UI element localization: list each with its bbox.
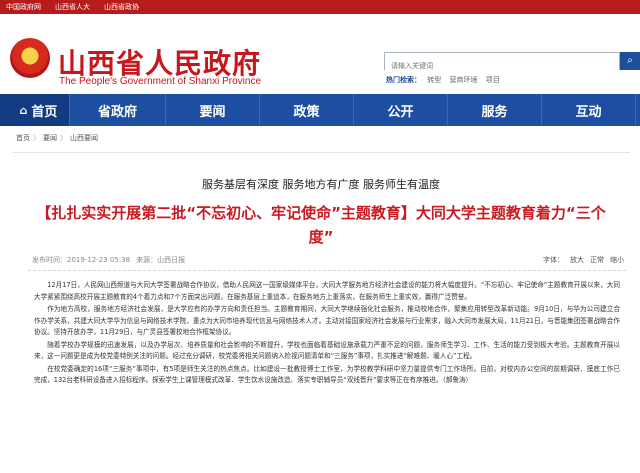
article-source: 来源：山西日报 — [136, 256, 186, 264]
breadcrumb-news[interactable]: 要闻 — [43, 134, 57, 142]
breadcrumb-home[interactable]: 首页 — [16, 134, 30, 142]
breadcrumb-separator: 〉 — [33, 134, 40, 142]
nav-item-government[interactable]: 省政府 — [70, 94, 166, 126]
topbar-link-gov-cn[interactable]: 中国政府网 — [6, 2, 41, 12]
breadcrumb-separator: 〉 — [60, 134, 67, 142]
article-subtitle: 服务基层有深度 服务地方有广度 服务师生有温度 — [202, 178, 440, 191]
search-button[interactable]: ⌕ — [620, 52, 640, 70]
article-title: 【扎扎实实开展第二批“不忘初心、牢记使命”主题教育】大同大学主题教育着力“三个度… — [36, 204, 606, 246]
nav-item-news[interactable]: 要闻 — [166, 94, 260, 126]
font-shrink-button[interactable]: 缩小 — [610, 256, 624, 264]
nav-item-open[interactable]: 公开 — [354, 94, 448, 126]
site-name-english: The People's Government of Shanxi Provin… — [59, 76, 262, 87]
font-size-label: 字体： — [543, 256, 564, 264]
main-nav: ⌂ 首页 省政府 要闻 政策 公开 服务 互动 — [0, 94, 640, 126]
hot-word[interactable]: 项目 — [486, 76, 500, 84]
nav-item-home[interactable]: ⌂ 首页 — [0, 94, 70, 126]
font-normal-button[interactable]: 正常 — [590, 256, 604, 264]
national-emblem-icon — [10, 38, 50, 78]
hot-words-label: 热门检索： — [386, 76, 421, 84]
font-size-tools: 字体： 放大 正常 缩小 — [537, 255, 624, 265]
search-input[interactable] — [385, 58, 619, 74]
font-enlarge-button[interactable]: 放大 — [570, 256, 584, 264]
article-paragraph: 作为地方高校，服务地方经济社会发展，是大学应有的办学方向和责任担当。主题教育期间… — [34, 304, 620, 337]
article-body: 12月17日，人民网山西频道与大同大学签署战略合作协议，借助人民网这一国家级媒体… — [34, 280, 620, 388]
top-bar: 中国政府网 山西省人大 山西省政协 — [0, 0, 640, 14]
site-header: 山西省人民政府 The People's Government of Shanx… — [0, 14, 640, 90]
nav-item-interaction[interactable]: 互动 — [542, 94, 636, 126]
nav-item-service[interactable]: 服务 — [448, 94, 542, 126]
search-icon: ⌕ — [627, 55, 633, 66]
article-paragraph: 随着学校办学规模的迅速发展，以及办学层次、培养质量和社会影响的不断提升，学校也面… — [34, 340, 620, 361]
breadcrumb-shanxi-news[interactable]: 山西要闻 — [70, 134, 98, 142]
nav-item-label: 首页 — [31, 104, 58, 120]
search-box — [384, 52, 620, 74]
home-icon: ⌂ — [19, 103, 28, 117]
hot-word[interactable]: 营商环境 — [449, 76, 477, 84]
hot-words: 热门检索： 转型 营商环境 项目 — [386, 75, 506, 85]
article-paragraph: 在校党委确定的16项“三服务”事项中，有5项是师生关注的热点焦点。比如建设一批教… — [34, 364, 620, 385]
publish-date: 发布时间：2019-12-23 05:38 — [32, 256, 131, 264]
breadcrumb: 首页〉要闻〉山西要闻 — [16, 133, 98, 143]
topbar-link-cppcc[interactable]: 山西省政协 — [104, 2, 139, 12]
article-meta: 发布时间：2019-12-23 05:38 来源：山西日报 — [32, 255, 185, 265]
topbar-link-npc[interactable]: 山西省人大 — [55, 2, 90, 12]
article-paragraph: 12月17日，人民网山西频道与大同大学签署战略合作协议，借助人民网这一国家级媒体… — [34, 281, 620, 301]
nav-item-policy[interactable]: 政策 — [260, 94, 354, 126]
article-container: 服务基层有深度 服务地方有广度 服务师生有温度 【扎扎实实开展第二批“不忘初心、… — [12, 152, 630, 473]
hot-word[interactable]: 转型 — [427, 76, 441, 84]
divider — [28, 270, 626, 271]
